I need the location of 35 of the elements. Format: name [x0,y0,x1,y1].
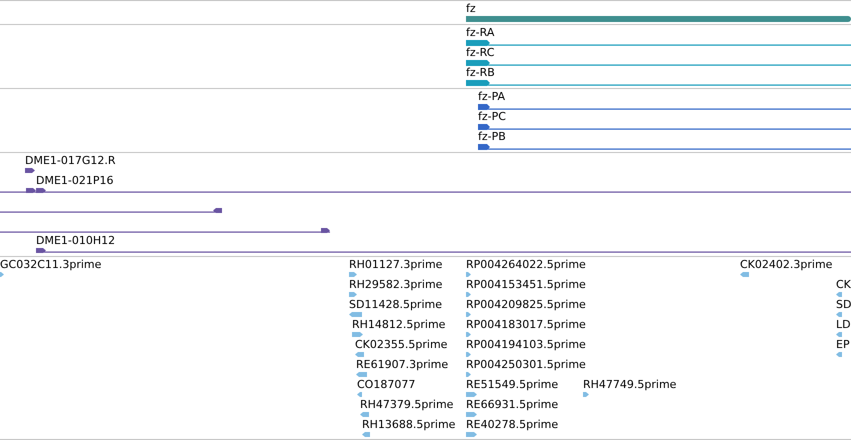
feature-label: fz-RB [466,66,495,79]
feature-label: RE61907.3prime [356,358,448,371]
feature-label: CK02355.5prime [355,338,448,351]
feature-label: fz-PC [478,110,506,123]
feature-label: RE40278.5prime [466,418,558,431]
feature-label: RH13688.5prime [362,418,456,431]
feature-label: LD [836,318,851,331]
feature-label: EP [836,338,850,351]
gene-label: fz [466,2,476,15]
feature-label: fz-PA [478,90,506,103]
feature-label: RP004209825.5prime [466,298,586,311]
feature-label: RP004264022.5prime [466,258,586,271]
feature-label: RH01127.3prime [349,258,442,271]
feature-label: RP004194103.5prime [466,338,586,351]
feature-label: GC032C11.3prime [0,258,102,271]
feature-label: CO187077 [357,378,416,391]
feature-label: RP004250301.5prime [466,358,586,371]
feature-label: RH29582.3prime [349,278,442,291]
feature-label: RE66931.5prime [466,398,558,411]
feature-label: fz-PB [478,130,506,143]
feature-label: CK02402.3prime [740,258,832,271]
feature-label: DME1-010H12 [36,234,116,247]
feature-label: CK [836,278,851,291]
feature-label: RP004183017.5prime [466,318,586,331]
feature-label: RH14812.5prime [352,318,446,331]
feature-label: fz-RC [466,46,494,59]
feature-label: DME1-021P16 [36,174,114,187]
feature-label: RP004153451.5prime [466,278,586,291]
feature-label: RE51549.5prime [466,378,558,391]
feature-label: SD [836,298,851,311]
feature-label: SD11428.5prime [349,298,442,311]
feature-label: RH47379.5prime [360,398,454,411]
feature-label: DME1-017G12.R [25,154,116,167]
feature-label: RH47749.5prime [583,378,676,391]
feature-label: fz-RA [466,26,494,39]
